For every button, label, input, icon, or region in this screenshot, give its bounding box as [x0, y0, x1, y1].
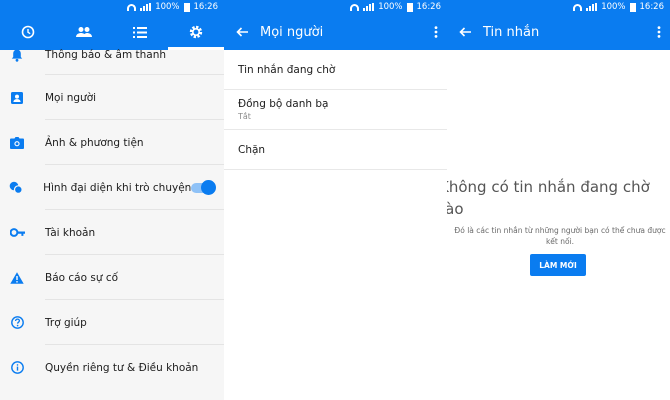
clock-time: 16:26: [416, 2, 442, 12]
status-bar: 100% 16:26: [224, 0, 447, 14]
battery-percent: 100%: [155, 2, 180, 12]
settings-item-people[interactable]: Mọi người: [0, 75, 224, 120]
camera-icon: [0, 136, 34, 149]
person-card-icon: [0, 91, 34, 104]
list-item-sublabel: Tắt: [238, 112, 251, 121]
status-bar: 100% 16:26: [0, 0, 224, 14]
key-icon: [0, 228, 34, 237]
empty-state-description: Đó là các tin nhắn từ những người bạn có…: [454, 226, 666, 246]
settings-item-label: Mọi người: [45, 91, 97, 104]
empty-state-title: Không có tin nhắn đang chờ rào: [447, 178, 650, 218]
back-arrow-icon[interactable]: [224, 27, 260, 37]
settings-item-label: Thông báo & âm thanh: [45, 49, 167, 61]
status-bar: 100% 16:26: [447, 0, 670, 14]
settings-panel: 100% 16:26 Thông báo & âm thanh Mọi ngườ…: [0, 0, 224, 400]
list-item-blocked[interactable]: Chặn: [224, 130, 447, 170]
settings-item-help[interactable]: Trợ giúp: [0, 300, 224, 345]
back-arrow-icon[interactable]: [447, 27, 483, 37]
app-bar: Tin nhắn: [447, 14, 670, 50]
list-item-message-requests[interactable]: Tin nhắn đang chờ: [224, 50, 447, 90]
battery-icon: [406, 2, 413, 12]
signal-icon: [363, 3, 375, 11]
settings-item-label: Báo cáo sự cố: [45, 271, 119, 284]
battery-percent: 100%: [378, 2, 403, 12]
signal-icon: [140, 3, 152, 11]
settings-item-chat-heads[interactable]: Hình đại diện khi trò chuyện: [0, 165, 224, 210]
settings-item-label: Ảnh & phương tiện: [45, 136, 144, 149]
battery-percent: 100%: [601, 2, 626, 12]
clock-time: 16:26: [193, 2, 219, 12]
people-settings-list: Tin nhắn đang chờ Đồng bộ danh bạ Tắt Ch…: [224, 50, 447, 170]
clock-time: 16:26: [639, 2, 665, 12]
more-options-icon[interactable]: [648, 26, 670, 38]
settings-item-label: Quyền riêng tư & Điều khoản: [45, 361, 199, 374]
bell-icon: [0, 49, 34, 62]
messages-panel: 100% 16:26 Tin nhắn Không có tin nhắn đa…: [447, 0, 670, 400]
help-icon: [0, 316, 34, 329]
chat-heads-icon: [0, 181, 32, 194]
battery-icon: [183, 2, 190, 12]
settings-item-account[interactable]: Tài khoản: [0, 210, 224, 255]
people-panel: 100% 16:26 Mọi người Tin nhắn đang chờ Đ…: [224, 0, 447, 400]
refresh-button[interactable]: LÀM MỚI: [530, 254, 586, 276]
settings-item-label: Trợ giúp: [45, 316, 87, 329]
settings-item-report-problem[interactable]: Báo cáo sự cố: [0, 255, 224, 300]
list-item-label: Tin nhắn đang chờ: [238, 63, 336, 76]
list-item-sync-contacts[interactable]: Đồng bộ danh bạ Tắt: [224, 90, 447, 130]
list-item-label: Chặn: [238, 143, 266, 156]
more-options-icon[interactable]: [425, 26, 447, 38]
settings-list: Thông báo & âm thanh Mọi người Ảnh & phư…: [0, 43, 224, 390]
settings-item-label: Hình đại diện khi trò chuyện: [43, 181, 192, 194]
battery-icon: [629, 2, 636, 12]
chat-heads-toggle[interactable]: [191, 179, 216, 195]
settings-item-notifications[interactable]: Thông báo & âm thanh: [0, 35, 224, 75]
info-icon: [0, 361, 34, 374]
app-bar: Mọi người: [224, 14, 447, 50]
wifi-icon: [127, 3, 137, 11]
wifi-icon: [350, 3, 360, 11]
warning-icon: [0, 271, 34, 284]
page-title: Mọi người: [260, 24, 324, 40]
list-item-label: Đồng bộ danh bạ: [238, 98, 329, 110]
settings-item-photos-media[interactable]: Ảnh & phương tiện: [0, 120, 224, 165]
signal-icon: [586, 3, 598, 11]
settings-item-privacy-terms[interactable]: Quyền riêng tư & Điều khoản: [0, 345, 224, 390]
wifi-icon: [573, 3, 583, 11]
settings-item-label: Tài khoản: [45, 226, 96, 239]
page-title: Tin nhắn: [483, 24, 540, 40]
